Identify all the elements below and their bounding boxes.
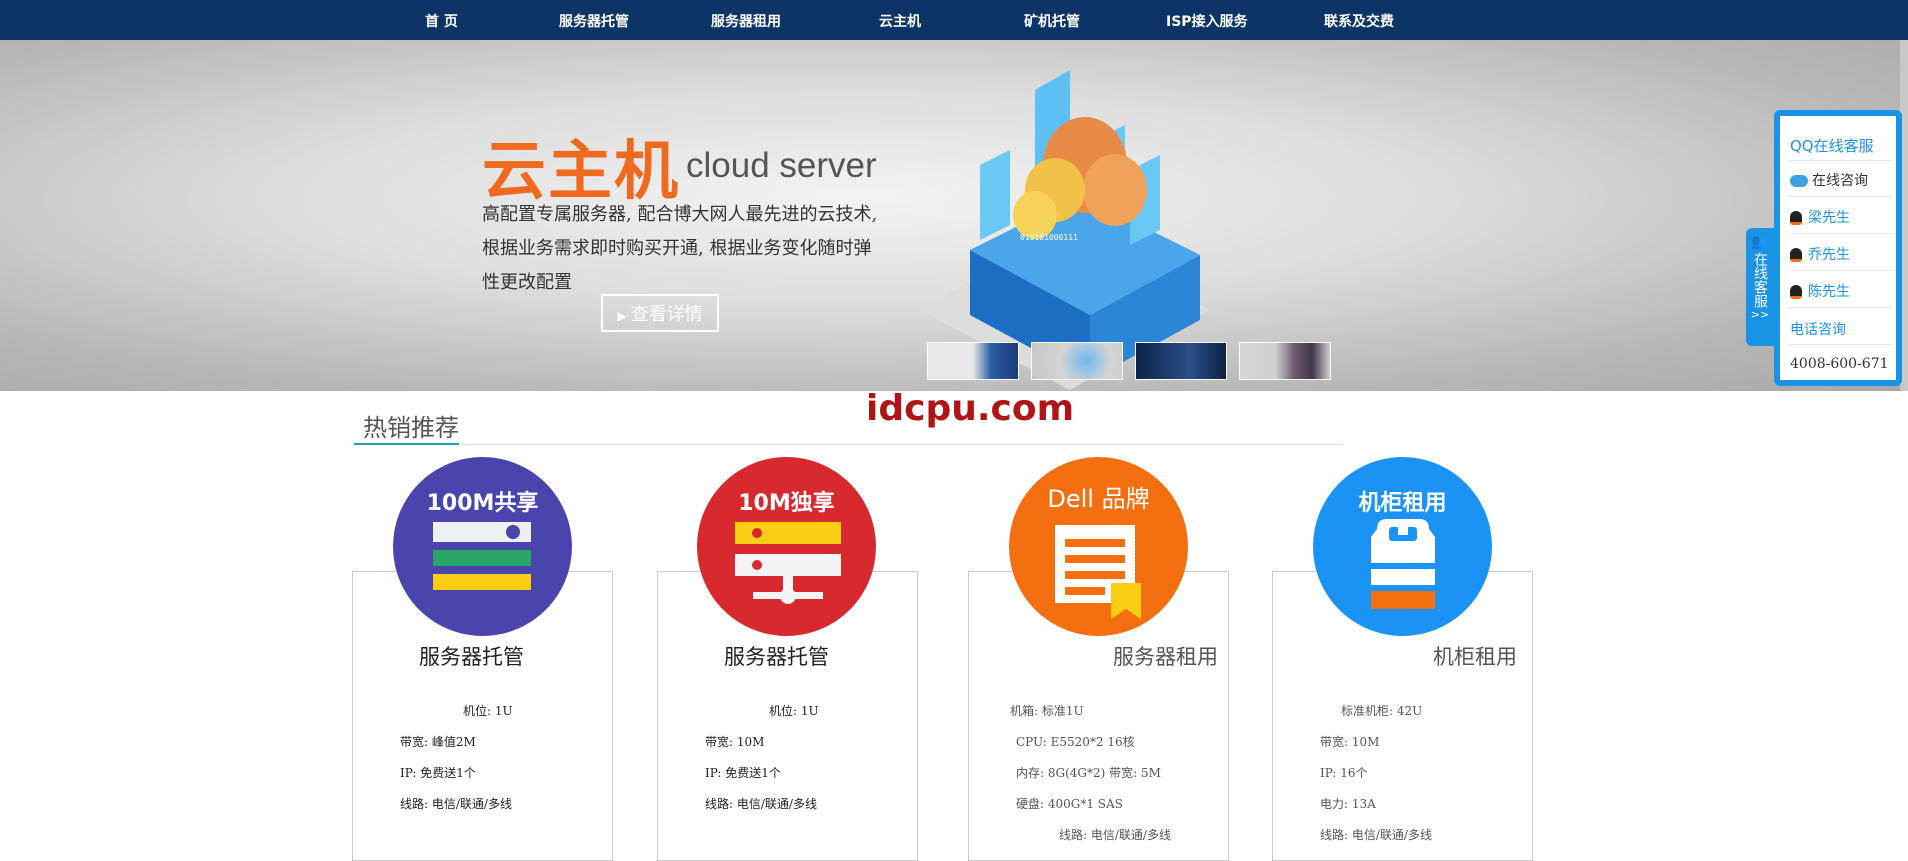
phone-number: 4008-600-671 xyxy=(1790,356,1889,372)
product-badge-circle: 10M独享 xyxy=(697,457,876,636)
product-spec: IP: 16个 xyxy=(1320,766,1368,780)
qq-penguin-icon xyxy=(1790,211,1802,225)
product-spec: 标准机柜: 42U xyxy=(1341,704,1423,718)
cloud-server-illustration: 010101000111 xyxy=(920,70,1210,390)
product-spec: 硬盘: 400G*1 SAS xyxy=(1016,797,1123,811)
product-badge-circle: Dell 品牌 xyxy=(1009,457,1188,636)
qq-service-panel: QQ在线客服 在线咨询 梁先生 乔先生 陈先生 电话咨询 4008-600-67… xyxy=(1774,110,1902,386)
product-spec: 电力: 13A xyxy=(1320,797,1376,811)
qq-panel-header: QQ在线客服 xyxy=(1790,137,1874,155)
phone-consult-label: 电话咨询 xyxy=(1790,322,1846,338)
nav-item-server-rental[interactable]: 服务器租用 xyxy=(711,0,781,40)
section-divider-accent xyxy=(354,443,459,445)
svg-text:010101000111: 010101000111 xyxy=(1020,233,1078,242)
product-spec: 机位: 1U xyxy=(463,704,513,718)
online-service-tab-label: 在线客服 xyxy=(1752,252,1768,308)
banner-desc-line: 高配置专属服务器, 配合博大网人最先进的云技术, xyxy=(482,204,878,225)
product-spec: 线路: 电信/联通/多线 xyxy=(400,797,512,811)
product-title: 服务器托管 xyxy=(419,645,524,669)
badge-label: 100M共享 xyxy=(426,491,539,516)
banner-thumb-4[interactable] xyxy=(1239,342,1331,380)
nav-item-miner-hosting[interactable]: 矿机托管 xyxy=(1024,0,1080,40)
product-spec: 内存: 8G(4G*2) 带宽: 5M xyxy=(1016,766,1161,780)
product-spec: 带宽: 峰值2M xyxy=(400,735,476,749)
product-badge-circle: 机柜租用 xyxy=(1313,457,1492,636)
banner-thumb-2[interactable] xyxy=(1031,342,1123,380)
qq-penguin-icon xyxy=(1790,248,1802,262)
product-title: 服务器租用 xyxy=(1113,645,1218,669)
qq-penguin-icon xyxy=(1790,285,1802,299)
product-title: 服务器托管 xyxy=(724,645,829,669)
document-bookmark-icon xyxy=(1055,525,1141,619)
product-spec: CPU: E5520*2 16核 xyxy=(1016,735,1135,749)
product-spec: 机箱: 标准1U xyxy=(1010,704,1084,718)
play-triangle-icon: ▶ xyxy=(617,309,627,323)
badge-label: 机柜租用 xyxy=(1358,491,1447,516)
nav-item-server-hosting[interactable]: 服务器托管 xyxy=(559,0,629,40)
product-spec: 带宽: 10M xyxy=(1320,735,1380,749)
badge-label: Dell 品牌 xyxy=(1047,485,1150,513)
product-spec: 线路: 电信/联通/多线 xyxy=(1059,828,1171,842)
product-spec: 机位: 1U xyxy=(769,704,819,718)
section-title: 热销推荐 xyxy=(363,414,459,442)
chat-bubble-icon xyxy=(1790,175,1808,187)
banner-subtitle: cloud server xyxy=(686,146,877,185)
product-spec: IP: 免费送1个 xyxy=(705,766,781,780)
banner-thumb-3[interactable] xyxy=(1135,342,1227,380)
users-icon: 👥 xyxy=(1751,234,1769,250)
qq-contact-chen[interactable]: 陈先生 xyxy=(1790,281,1890,301)
online-service-tab[interactable]: 👥 在线客服 >> xyxy=(1746,228,1774,346)
banner-thumb-1[interactable] xyxy=(927,342,1019,380)
product-spec: 带宽: 10M xyxy=(705,735,765,749)
double-chevron-icon: >> xyxy=(1750,308,1770,321)
hero-banner: 云主机 cloud server 高配置专属服务器, 配合博大网人最先进的云技术… xyxy=(0,40,1908,391)
nav-item-cloud-host[interactable]: 云主机 xyxy=(879,0,921,40)
watermark-text: idcpu.com xyxy=(866,388,1075,429)
view-details-button[interactable]: ▶ 查看详情 xyxy=(601,294,719,332)
nav-item-home[interactable]: 首 页 xyxy=(425,0,458,40)
nav-item-isp-access[interactable]: ISP接入服务 xyxy=(1166,0,1248,40)
product-title: 机柜租用 xyxy=(1433,645,1517,669)
server-network-icon xyxy=(735,522,841,604)
product-spec: IP: 免费送1个 xyxy=(400,766,476,780)
online-consult-link[interactable]: 在线咨询 xyxy=(1790,170,1890,190)
product-spec: 线路: 电信/联通/多线 xyxy=(1320,828,1432,842)
qq-contact-qiao[interactable]: 乔先生 xyxy=(1790,244,1890,264)
product-spec: 线路: 电信/联通/多线 xyxy=(705,797,817,811)
server-rack-icon xyxy=(433,522,531,590)
section-divider xyxy=(354,444,1343,445)
product-badge-circle: 100M共享 xyxy=(393,457,572,636)
cabinet-lock-icon xyxy=(1371,519,1435,609)
nav-item-contact-payment[interactable]: 联系及交费 xyxy=(1324,0,1394,40)
banner-description: 高配置专属服务器, 配合博大网人最先进的云技术, 根据业务需求即时购买开通, 根… xyxy=(482,198,902,300)
qq-contact-liang[interactable]: 梁先生 xyxy=(1790,207,1890,227)
banner-desc-line: 根据业务需求即时购买开通, 根据业务变化随时弹 xyxy=(482,238,872,259)
top-nav: 首 页 服务器托管 服务器租用 云主机 矿机托管 ISP接入服务 联系及交费 xyxy=(0,0,1908,40)
badge-label: 10M独享 xyxy=(738,491,835,516)
